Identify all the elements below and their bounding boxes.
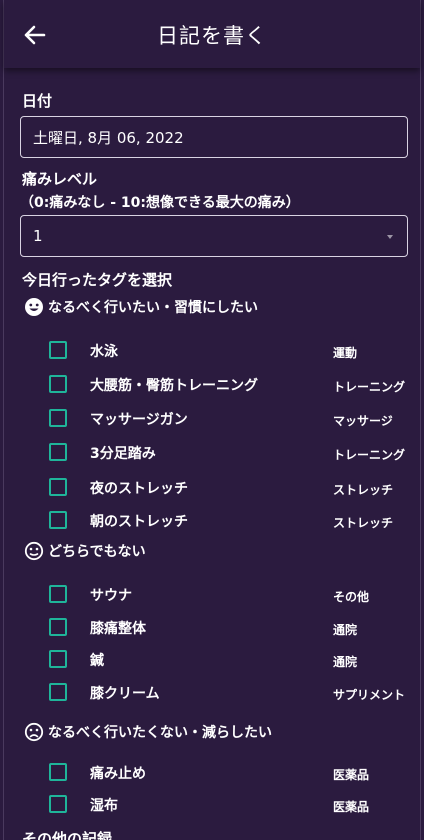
tags-label: 今日行ったタグを選択 xyxy=(22,271,173,289)
tag-checkbox[interactable] xyxy=(49,650,67,668)
app-bar: 日記を書く xyxy=(4,0,420,68)
tag-name: マッサージガン xyxy=(90,412,188,428)
tag-name: サウナ xyxy=(90,588,132,604)
tag-checkbox[interactable] xyxy=(49,618,67,636)
tag-checkbox[interactable] xyxy=(49,683,67,701)
group-title-avoid: なるべく行いたくない・減らしたい xyxy=(24,722,272,742)
group-title-label: どちらでもない xyxy=(48,544,146,560)
tag-row[interactable]: 夜のストレッチ ストレッチ xyxy=(4,473,420,503)
chevron-down-icon xyxy=(387,235,393,239)
group-title-label: なるべく行いたい・習慣にしたい xyxy=(48,300,258,316)
date-value: 土曜日, 8月 06, 2022 xyxy=(33,128,184,147)
tag-checkbox[interactable] xyxy=(49,585,67,603)
group-title-want: なるべく行いたい・習慣にしたい xyxy=(24,297,258,317)
group-title-label: なるべく行いたくない・減らしたい xyxy=(48,725,272,741)
tag-category: 通院 xyxy=(333,623,358,637)
tag-category: ストレッチ xyxy=(333,516,394,530)
tag-category: マッサージ xyxy=(333,414,393,428)
tag-row[interactable]: 痛み止め 医薬品 xyxy=(4,758,420,788)
pain-level-hint: （0:痛みなし - 10:想像できる最大の痛み） xyxy=(20,195,300,211)
tag-name: 膝クリーム xyxy=(90,686,160,702)
tag-name: 夜のストレッチ xyxy=(90,481,188,497)
tag-checkbox[interactable] xyxy=(49,375,67,393)
tag-checkbox[interactable] xyxy=(49,409,67,427)
tag-name: 水泳 xyxy=(90,344,118,360)
tag-name: 鍼 xyxy=(90,653,104,669)
tag-row[interactable]: 3分足踏み トレーニング xyxy=(4,438,420,468)
tag-checkbox[interactable] xyxy=(49,443,67,461)
tag-category: サプリメント xyxy=(333,688,406,702)
tag-checkbox[interactable] xyxy=(49,795,67,813)
tag-checkbox[interactable] xyxy=(49,511,67,529)
app-frame: 日記を書く 日付 土曜日, 8月 06, 2022 痛みレベル （0:痛みなし … xyxy=(3,0,421,840)
tag-name: 朝のストレッチ xyxy=(90,514,188,530)
other-records-label: その他の記録 xyxy=(22,830,113,840)
tag-name: 湿布 xyxy=(90,798,118,814)
tag-category: トレーニング xyxy=(333,380,406,394)
pain-level-value: 1 xyxy=(33,227,43,245)
tag-row[interactable]: サウナ その他 xyxy=(4,580,420,610)
tag-row[interactable]: 膝痛整体 通院 xyxy=(4,613,420,643)
tag-category: 医薬品 xyxy=(333,768,370,782)
tag-name: 膝痛整体 xyxy=(90,621,146,637)
tag-name: 痛み止め xyxy=(90,766,146,782)
tag-checkbox[interactable] xyxy=(49,341,67,359)
tag-row[interactable]: マッサージガン マッサージ xyxy=(4,404,420,434)
page-title: 日記を書く xyxy=(157,24,267,48)
tag-category: トレーニング xyxy=(333,448,406,462)
tag-row[interactable]: 水泳 運動 xyxy=(4,336,420,366)
neutral-face-icon xyxy=(24,541,44,561)
tag-row[interactable]: 鍼 通院 xyxy=(4,645,420,675)
tag-name: 3分足踏み xyxy=(90,446,156,462)
tag-row[interactable]: 大腰筋・臀筋トレーニング トレーニング xyxy=(4,370,420,400)
date-field[interactable]: 土曜日, 8月 06, 2022 xyxy=(20,116,408,158)
tag-category: 運動 xyxy=(333,346,358,360)
frown-face-icon xyxy=(24,722,44,742)
tag-category: ストレッチ xyxy=(333,483,394,497)
group-title-neutral: どちらでもない xyxy=(24,541,146,561)
tag-category: 通院 xyxy=(333,655,358,669)
tag-checkbox[interactable] xyxy=(49,763,67,781)
smile-face-icon xyxy=(25,298,43,316)
tag-checkbox[interactable] xyxy=(49,478,67,496)
tag-name: 大腰筋・臀筋トレーニング xyxy=(90,378,258,394)
tag-category: 医薬品 xyxy=(333,800,370,814)
tag-row[interactable]: 朝のストレッチ ストレッチ xyxy=(4,506,420,536)
tag-row[interactable]: 膝クリーム サプリメント xyxy=(4,678,420,708)
pain-level-label: 痛みレベル xyxy=(22,170,98,188)
date-label: 日付 xyxy=(22,92,53,110)
tag-row[interactable]: 湿布 医薬品 xyxy=(4,790,420,820)
tag-category: その他 xyxy=(333,590,370,604)
pain-level-select[interactable]: 1 xyxy=(20,215,408,257)
